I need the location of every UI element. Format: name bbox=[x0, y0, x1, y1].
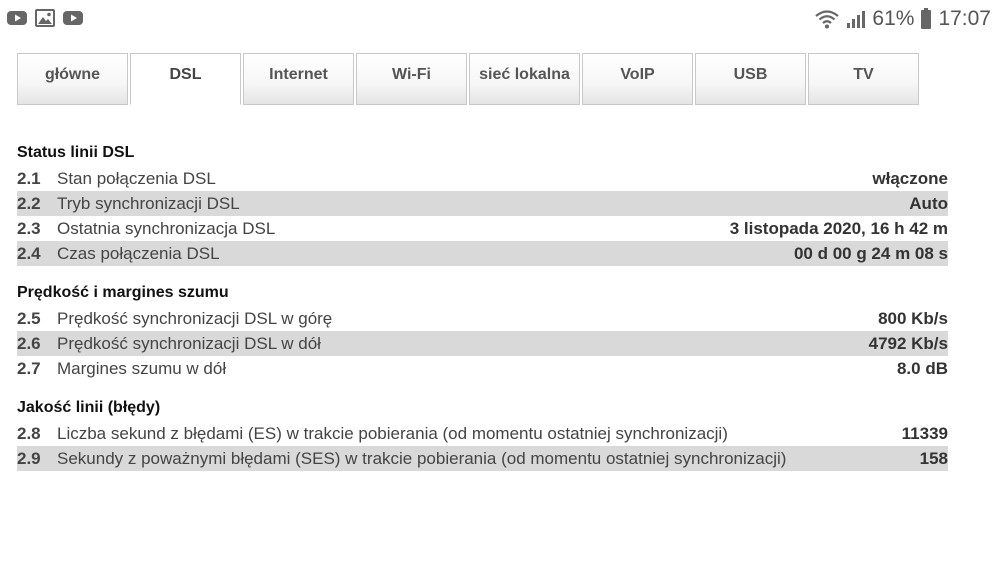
row-value: 3 listopada 2020, 16 h 42 m bbox=[729, 218, 948, 238]
row-label: Ostatnia synchronizacja DSL bbox=[57, 218, 276, 238]
info-row-2-1: 2.1 Stan połączenia DSL włączone bbox=[17, 166, 948, 191]
tab-dsl[interactable]: DSL bbox=[130, 53, 241, 105]
info-row-2-4: 2.4 Czas połączenia DSL 00 d 00 g 24 m 0… bbox=[17, 241, 948, 266]
tab-glowne[interactable]: główne bbox=[17, 53, 128, 105]
wifi-icon bbox=[815, 10, 840, 29]
signal-icon bbox=[847, 11, 866, 28]
row-value: Auto bbox=[909, 193, 948, 213]
row-value: 8.0 dB bbox=[896, 358, 948, 378]
tab-voip[interactable]: VoIP bbox=[582, 53, 693, 105]
status-bar: 61% 17:07 bbox=[0, 0, 999, 38]
row-number: 2.9 bbox=[17, 448, 41, 468]
row-value: 4792 Kb/s bbox=[868, 333, 948, 353]
clock: 17:07 bbox=[938, 7, 991, 30]
row-number: 2.7 bbox=[17, 358, 41, 378]
battery-icon bbox=[921, 8, 932, 29]
row-number: 2.2 bbox=[17, 193, 41, 213]
tab-bar: główne DSL Internet Wi-Fi sieć lokalna V… bbox=[17, 53, 921, 105]
info-row-2-3: 2.3 Ostatnia synchronizacja DSL 3 listop… bbox=[17, 216, 948, 241]
notification-icons bbox=[6, 9, 84, 27]
row-label: Sekundy z poważnymi błędami (SES) w trak… bbox=[57, 448, 787, 468]
youtube-icon bbox=[7, 11, 27, 25]
info-row-2-8: 2.8 Liczba sekund z błędami (ES) w trakc… bbox=[17, 421, 948, 446]
info-row-2-5: 2.5 Prędkość synchronizacji DSL w górę 8… bbox=[17, 306, 948, 331]
row-number: 2.6 bbox=[17, 333, 41, 353]
tab-usb[interactable]: USB bbox=[695, 53, 806, 105]
row-number: 2.4 bbox=[17, 243, 41, 263]
tab-internet[interactable]: Internet bbox=[243, 53, 354, 105]
row-number: 2.5 bbox=[17, 308, 41, 328]
row-label: Czas połączenia DSL bbox=[57, 243, 220, 263]
battery-percent: 61% bbox=[872, 7, 915, 30]
tab-tv[interactable]: TV bbox=[808, 53, 919, 105]
info-row-2-6: 2.6 Prędkość synchronizacji DSL w dół 47… bbox=[17, 331, 948, 356]
row-value: 00 d 00 g 24 m 08 s bbox=[793, 243, 948, 263]
row-label: Prędkość synchronizacji DSL w górę bbox=[57, 308, 333, 328]
section-title-line-quality: Jakość linii (błędy) bbox=[17, 399, 161, 416]
section-title-speed-noise: Prędkość i margines szumu bbox=[17, 284, 229, 301]
gallery-icon bbox=[35, 9, 55, 27]
row-number: 2.3 bbox=[17, 218, 41, 238]
row-label: Stan połączenia DSL bbox=[57, 168, 216, 188]
info-row-2-7: 2.7 Margines szumu w dół 8.0 dB bbox=[17, 356, 948, 381]
info-row-2-2: 2.2 Tryb synchronizacji DSL Auto bbox=[17, 191, 948, 216]
row-number: 2.1 bbox=[17, 168, 41, 188]
row-label: Margines szumu w dół bbox=[57, 358, 227, 378]
row-label: Prędkość synchronizacji DSL w dół bbox=[57, 333, 321, 353]
tab-siec-lokalna[interactable]: sieć lokalna bbox=[469, 53, 580, 105]
youtube-icon bbox=[63, 11, 83, 25]
section-title-dsl-status: Status linii DSL bbox=[17, 144, 135, 161]
row-value: włączone bbox=[872, 168, 948, 188]
row-value: 158 bbox=[919, 448, 948, 468]
dsl-info-panel: Status linii DSL 2.1 Stan połączenia DSL… bbox=[17, 140, 948, 471]
system-indicators: 61% 17:07 bbox=[814, 4, 991, 34]
info-row-2-9: 2.9 Sekundy z poważnymi błędami (SES) w … bbox=[17, 446, 948, 471]
row-number: 2.8 bbox=[17, 423, 41, 443]
row-label: Liczba sekund z błędami (ES) w trakcie p… bbox=[57, 423, 728, 443]
tab-wifi[interactable]: Wi-Fi bbox=[356, 53, 467, 105]
row-label: Tryb synchronizacji DSL bbox=[57, 193, 240, 213]
row-value: 11339 bbox=[901, 423, 948, 443]
row-value: 800 Kb/s bbox=[878, 308, 948, 328]
